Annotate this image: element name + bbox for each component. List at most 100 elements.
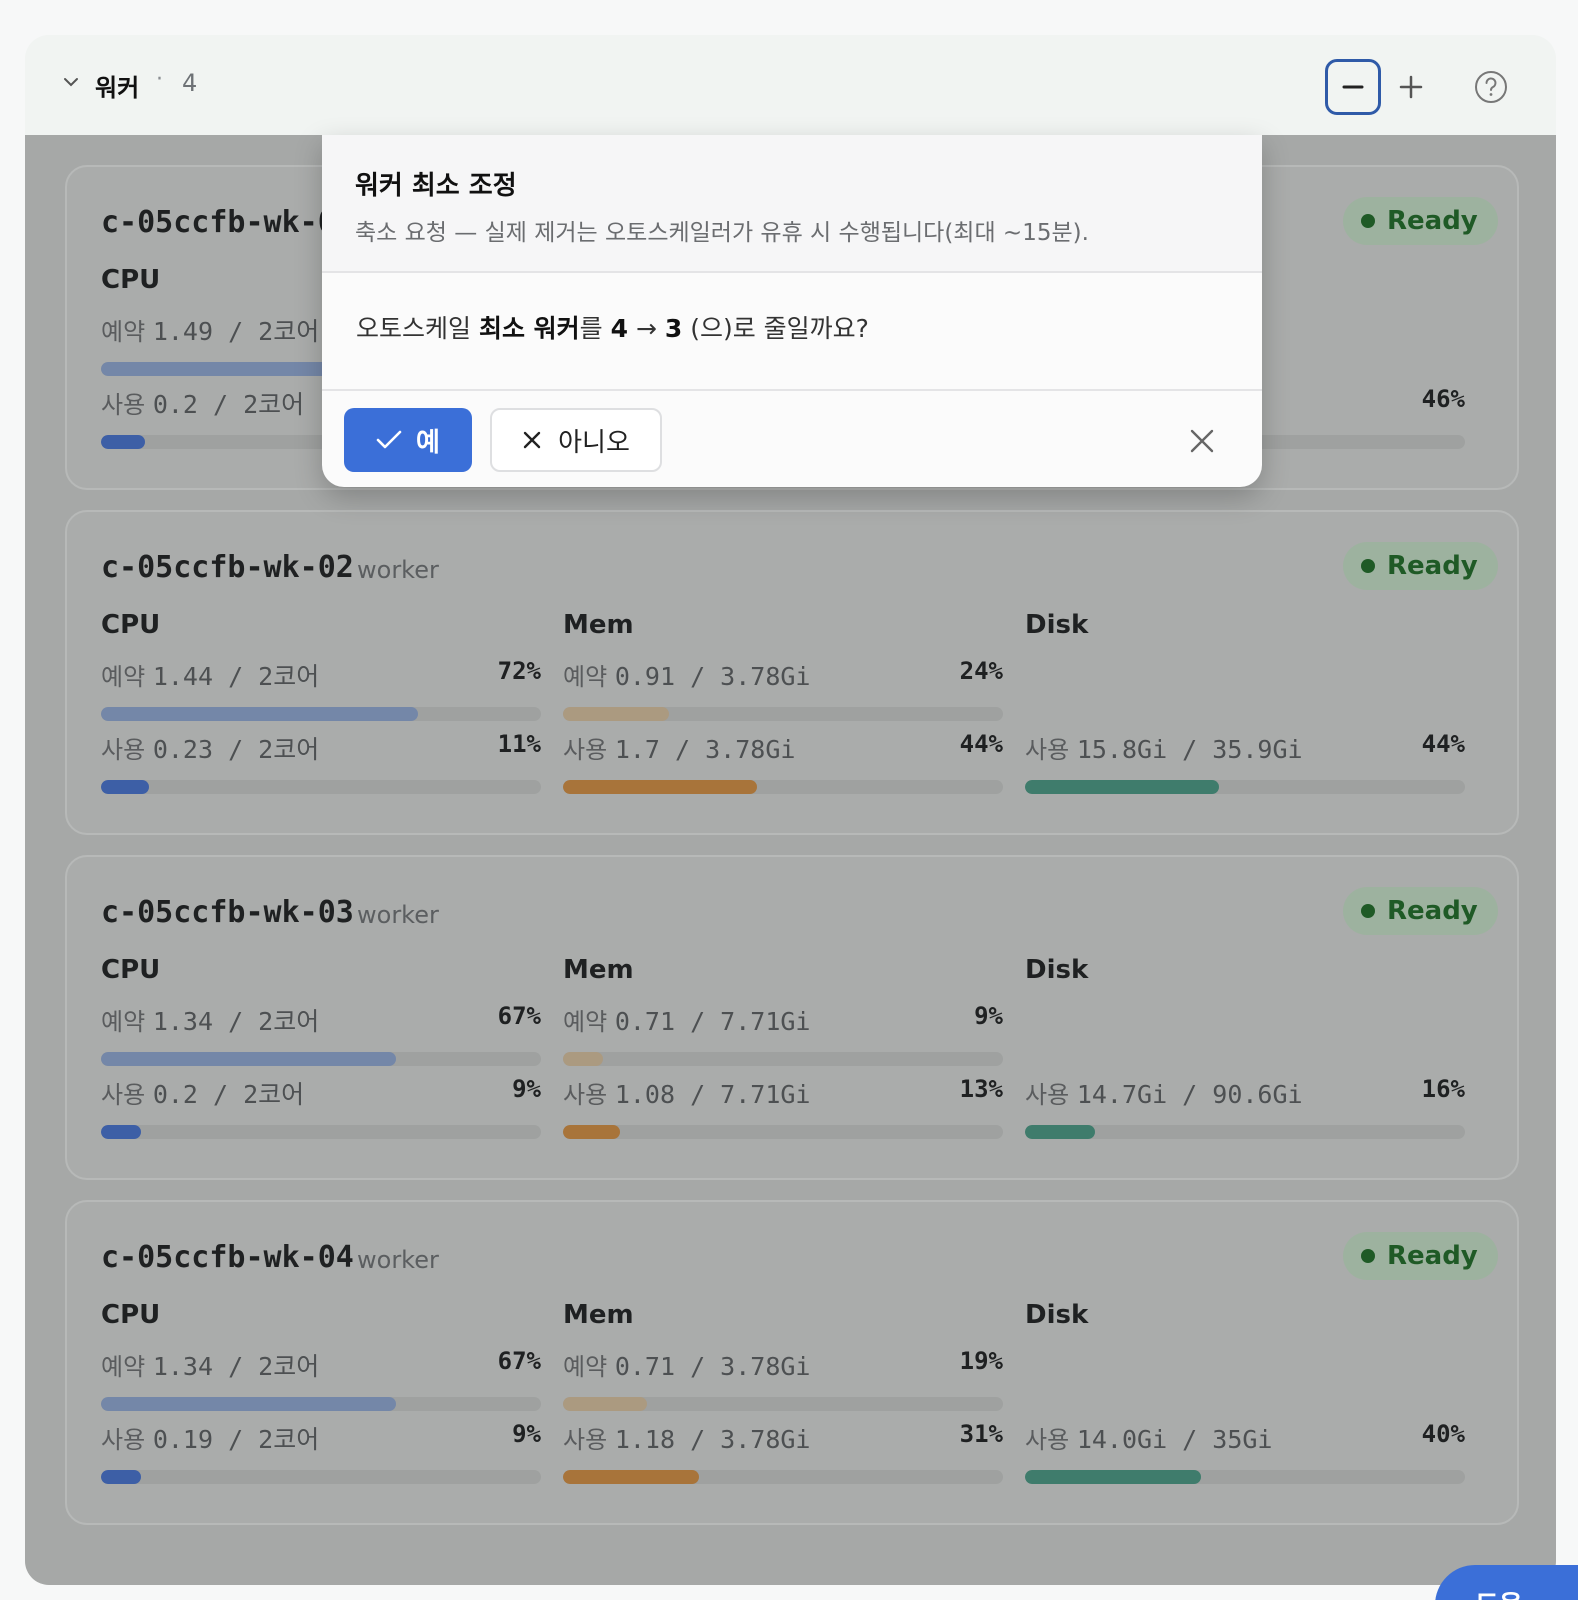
mem-title: Mem [563,610,634,640]
progress-track [563,1125,1003,1139]
metric-value: 0.71 / 3.78Gi [614,1352,811,1381]
progress-fill [563,1397,647,1411]
metric-kind: 사용 [101,1081,146,1109]
progress-track [1025,1470,1465,1484]
node-card: c-05ccfb-wk-02 worker Ready CPU 예약 1.44 / 2코… [65,510,1519,835]
metric-label: 예약 0.71 / 3.78Gi [563,1347,810,1382]
popover-close-button[interactable] [1184,423,1220,459]
progress-track [1025,780,1465,794]
metric-kind: 예약 [101,1353,146,1381]
metric-percent: 40% [1421,1420,1465,1448]
scale-down-popover: 워커 최소 조정 축소 요청 — 실제 제거는 오토스케일러가 유휴 시 수행됩… [322,135,1262,487]
node-card: c-05ccfb-wk-03 worker Ready CPU 예약 1.34 / 2코… [65,855,1519,1180]
chevron-down-icon[interactable] [62,73,80,91]
progress-fill [101,1052,396,1066]
disk-column: Disk 사용 14.7Gi / 90.6Gi 16% [991,857,1465,1178]
progress-fill [563,1052,603,1066]
progress-track [563,1397,1003,1411]
worker-count: 4 [182,69,198,97]
progress-track [101,1125,541,1139]
metric-label: 예약 1.44 / 2코어 [101,657,319,693]
metric-kind: 예약 [563,663,608,691]
progress-track [101,1397,541,1411]
to-value: 3 [664,314,683,343]
disk-used-metric: 사용 14.7Gi / 90.6Gi 16% [1025,1075,1465,1139]
metric-kind: 예약 [101,663,146,691]
progress-track [101,780,541,794]
progress-fill [101,780,150,794]
progress-fill [563,1470,700,1484]
cpu-used-metric: 사용 0.23 / 2코어 11% [101,730,541,794]
metric-value: 1.7 / 3.78Gi [614,735,796,764]
disk-title: Disk [1025,610,1089,640]
metric-value: 0.2 / 2코어 [152,390,305,419]
mem-title: Mem [563,1300,634,1330]
metric-value: 15.8Gi / 35.9Gi [1076,735,1303,764]
metric-label: 사용 0.2 / 2코어 [101,385,304,421]
node-card: c-05ccfb-wk-04 worker Ready CPU 예약 1.34 / 2코… [65,1200,1519,1525]
metric-value: 1.08 / 7.71Gi [614,1080,811,1109]
cpu-reserved-metric: 예약 1.34 / 2코어 67% [101,1002,541,1066]
metric-label: 사용 15.8Gi / 35.9Gi [1025,730,1303,765]
mem-reserved-metric: 예약 0.71 / 3.78Gi 19% [563,1347,1003,1411]
no-label: 아니오 [558,427,630,458]
progress-track [563,1470,1003,1484]
metric-label: 사용 14.7Gi / 90.6Gi [1025,1075,1303,1110]
metric-label: 사용 0.19 / 2코어 [101,1420,319,1456]
metric-kind: 사용 [101,1426,146,1454]
metric-kind: 예약 [101,318,146,346]
check-icon [376,430,402,449]
confirm-no-button[interactable]: 아니오 [490,408,662,472]
cpu-title: CPU [101,1300,161,1330]
progress-track [1025,1125,1465,1139]
popover-title: 워커 최소 조정 [355,171,517,201]
metric-value: 0.71 / 7.71Gi [614,1007,811,1036]
progress-fill [1025,1125,1096,1139]
decrease-workers-button[interactable] [1325,59,1381,115]
metric-value: 0.19 / 2코어 [152,1425,320,1454]
confirm-question: 오토스케일 최소 워커를 4 → 3 (으)로 줄일까요? [356,309,869,345]
metric-value: 0.23 / 2코어 [152,735,320,764]
metric-label: 사용 1.18 / 3.78Gi [563,1420,810,1455]
metric-value: 1.34 / 2코어 [152,1007,320,1036]
progress-fill [563,1125,621,1139]
x-icon [523,431,541,449]
help-floating-button[interactable]: 도움 [1435,1565,1578,1600]
cpu-used-metric: 사용 0.19 / 2코어 9% [101,1420,541,1484]
cpu-column: CPU 예약 1.44 / 2코어 72% 사용 0.23 / 2코어 11% [67,512,541,833]
progress-track [101,1052,541,1066]
metric-kind: 사용 [563,736,608,764]
metric-kind: 사용 [563,1426,608,1454]
plus-icon [1399,75,1423,99]
cpu-title: CPU [101,610,161,640]
yes-label: 예 [416,427,440,458]
popover-header: 워커 최소 조정 축소 요청 — 실제 제거는 오토스케일러가 유휴 시 수행됩… [322,135,1262,273]
cpu-title: CPU [101,265,161,295]
progress-fill [563,780,757,794]
progress-fill [101,707,418,721]
cpu-column: CPU 예약 1.34 / 2코어 67% 사용 0.2 / 2코어 9% [67,857,541,1178]
confirm-yes-button[interactable]: 예 [344,408,472,472]
metric-kind: 예약 [101,1008,146,1036]
increase-workers-button[interactable] [1383,59,1439,115]
cpu-column: CPU 예약 1.34 / 2코어 67% 사용 0.19 / 2코어 9% [67,1202,541,1523]
progress-fill [563,707,669,721]
progress-fill [1025,780,1219,794]
question-emphasis: 최소 워커 [478,314,580,343]
metric-kind: 사용 [563,1081,608,1109]
mem-reserved-metric: 예약 0.91 / 3.78Gi 24% [563,657,1003,721]
metric-kind: 사용 [1025,1081,1070,1109]
disk-column: Disk 사용 15.8Gi / 35.9Gi 44% [991,512,1465,833]
mem-title: Mem [563,955,634,985]
popover-body: 오토스케일 최소 워커를 4 → 3 (으)로 줄일까요? [322,273,1262,391]
metric-percent: 44% [1421,730,1465,758]
metric-label: 예약 1.34 / 2코어 [101,1347,319,1383]
metric-value: 0.2 / 2코어 [152,1080,305,1109]
metric-kind: 예약 [563,1353,608,1381]
progress-fill [101,1470,141,1484]
help-button[interactable] [1463,59,1519,115]
question-text: 를 [579,314,611,343]
mem-used-metric: 사용 1.7 / 3.78Gi 44% [563,730,1003,794]
metric-value: 0.91 / 3.78Gi [614,662,811,691]
metric-value: 14.0Gi / 35Gi [1076,1425,1273,1454]
